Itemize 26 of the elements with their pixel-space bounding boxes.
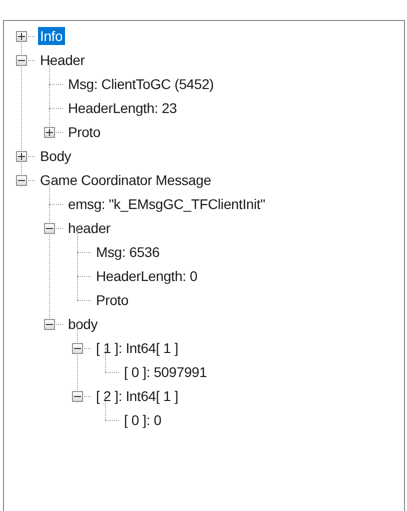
expander-box[interactable] [16, 31, 27, 42]
tree-node-label[interactable]: [ 1 ]: Int64[ 1 ] [94, 339, 180, 357]
tree-node-label[interactable]: Body [38, 147, 74, 165]
expander-box[interactable] [16, 151, 27, 162]
tree-node-label[interactable]: [ 2 ]: Int64[ 1 ] [94, 387, 180, 405]
tree-node-label[interactable]: [ 0 ]: 5097991 [122, 363, 209, 381]
tree-node-label[interactable]: Proto [66, 123, 102, 141]
expander-box[interactable] [44, 319, 55, 330]
expander-box[interactable] [44, 127, 55, 138]
tree-node-label[interactable]: [ 0 ]: 0 [122, 411, 164, 429]
expander-box[interactable] [72, 391, 83, 402]
tree-node-label[interactable]: Msg: ClientToGC (5452) [66, 75, 216, 93]
tree-node-label[interactable]: emsg: "k_EMsgGC_TFClientInit" [66, 195, 268, 213]
tree-node-label[interactable]: Info [38, 27, 65, 45]
tree-node-label[interactable]: HeaderLength: 23 [66, 99, 179, 117]
tree-node-label[interactable]: Proto [94, 291, 130, 309]
tree-node-label[interactable]: body [66, 315, 100, 333]
tree-node-label[interactable]: header [66, 219, 112, 237]
tree-node-label[interactable]: Msg: 6536 [94, 243, 162, 261]
tree-node-label[interactable]: Game Coordinator Message [38, 171, 214, 189]
expander-box[interactable] [44, 223, 55, 234]
expander-box[interactable] [16, 175, 27, 186]
tree-node-label[interactable]: HeaderLength: 0 [94, 267, 200, 285]
expander-box[interactable] [72, 343, 83, 354]
expander-box[interactable] [16, 55, 27, 66]
tree-node-label[interactable]: Header [38, 51, 87, 69]
